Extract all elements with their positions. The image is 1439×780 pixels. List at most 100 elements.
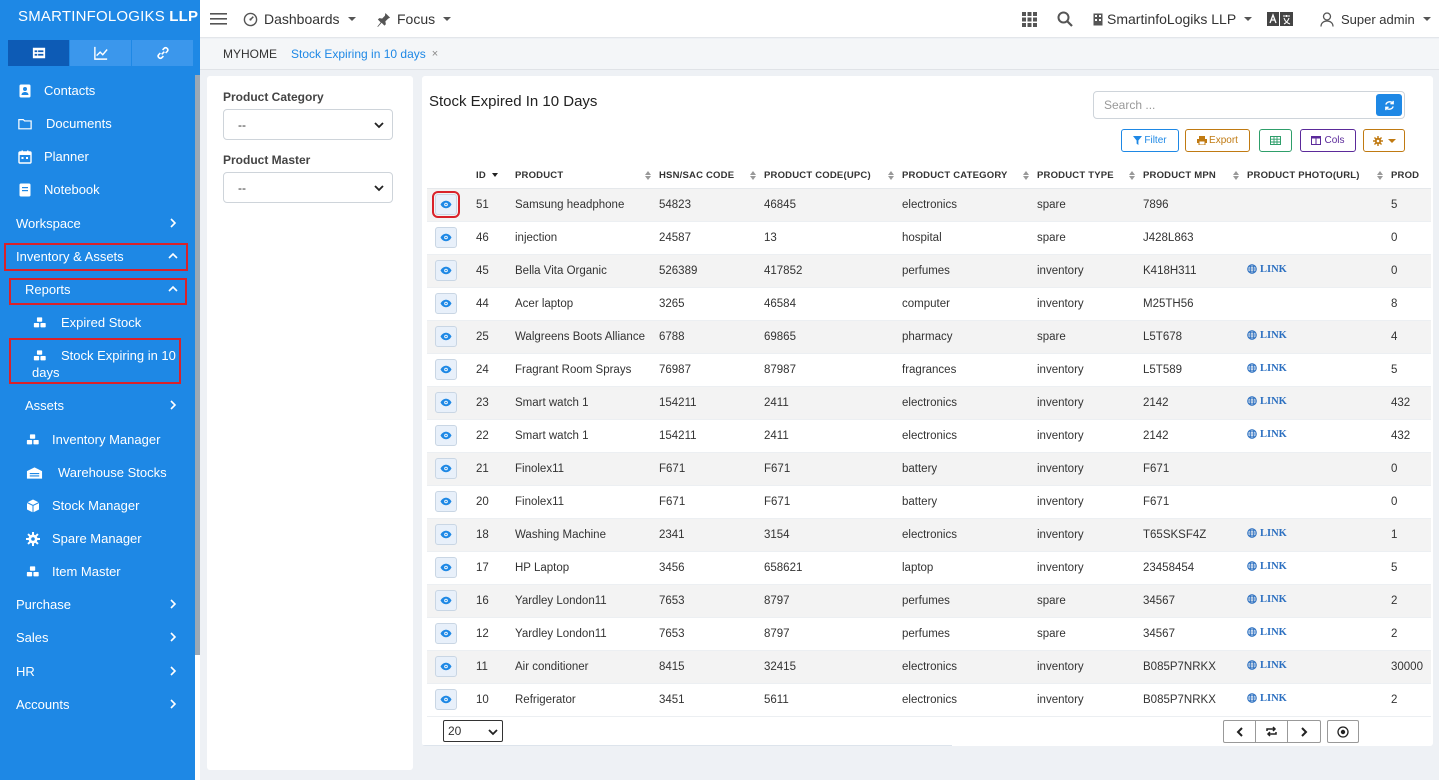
view-button[interactable]	[432, 191, 460, 218]
sidebar-item-accounts[interactable]: Accounts	[0, 688, 195, 721]
photo-link[interactable]: LINK	[1247, 561, 1287, 572]
photo-link[interactable]: LINK	[1247, 693, 1287, 704]
column-header-id[interactable]: ID	[476, 163, 515, 189]
table-row[interactable]: 22 Smart watch 1 154211 2411 electronics inve…	[427, 419, 1431, 453]
photo-link[interactable]: LINK	[1247, 396, 1287, 407]
sidebar-item-sales[interactable]: Sales	[0, 621, 195, 654]
column-header-category[interactable]: PRODUCT CATEGORY	[902, 163, 1037, 189]
column-header-type[interactable]: PRODUCT TYPE	[1037, 163, 1143, 189]
cell-id: 24	[476, 353, 515, 387]
column-header-mpn[interactable]: PRODUCT MPN	[1143, 163, 1247, 189]
table-row[interactable]: 25 Walgreens Boots Alliance 6788 69865 pharm…	[427, 320, 1431, 354]
table-row[interactable]: 20 Finolex11 F671 F671 battery inventory F671 0	[427, 485, 1431, 519]
photo-link[interactable]: LINK	[1247, 330, 1287, 341]
sidebar-item-contacts[interactable]: Contacts	[0, 74, 195, 107]
photo-link[interactable]: LINK	[1247, 264, 1287, 275]
column-header-prod[interactable]: PROD	[1391, 163, 1431, 189]
sidebar-tab-link[interactable]	[132, 40, 194, 66]
company-switcher[interactable]: SmartinfoLogiks LLP	[1093, 0, 1253, 38]
reload-page-button[interactable]	[1256, 721, 1288, 742]
sidebar-item-item-master[interactable]: Item Master	[0, 555, 195, 588]
sidebar-item-stock-manager[interactable]: Stock Manager	[0, 489, 195, 522]
sidebar-item-spare-manager[interactable]: Spare Manager	[0, 522, 195, 555]
sidebar-item-expired-stock[interactable]: Expired Stock	[0, 306, 195, 339]
page-size-select[interactable]: 20	[443, 720, 503, 742]
sidebar-item-inventory-manager[interactable]: Inventory Manager	[0, 423, 195, 456]
sidebar-tab-chart[interactable]	[70, 40, 132, 66]
grid-view-button[interactable]	[1259, 129, 1292, 152]
product-master-select[interactable]: --	[223, 172, 393, 203]
photo-link[interactable]: LINK	[1247, 528, 1287, 539]
user-menu[interactable]: Super admin	[1320, 0, 1431, 38]
sidebar-item-warehouse-stocks[interactable]: Warehouse Stocks	[0, 456, 195, 489]
next-page-button[interactable]	[1288, 721, 1320, 742]
column-header-photo[interactable]: PRODUCT PHOTO(URL)	[1247, 163, 1391, 189]
settings-dropdown-button[interactable]	[1363, 129, 1405, 152]
column-header-hsn[interactable]: HSN/SAC CODE	[659, 163, 764, 189]
photo-link[interactable]: LINK	[1247, 429, 1287, 440]
sidebar-item-notebook[interactable]: Notebook	[0, 173, 195, 206]
brand-logo[interactable]: SMARTINFOLOGIKS LLP	[0, 0, 200, 36]
table-row[interactable]: 45 Bella Vita Organic 526389 417852 perfumes…	[427, 254, 1431, 288]
view-button[interactable]	[435, 392, 457, 413]
sidebar-item-assets[interactable]: Assets	[0, 389, 195, 422]
view-button[interactable]	[435, 425, 457, 446]
focus-menu[interactable]: Focus	[376, 0, 452, 38]
view-button[interactable]	[435, 293, 457, 314]
view-button[interactable]	[435, 557, 457, 578]
breadcrumb-tab-active[interactable]: Stock Expiring in 10 days	[291, 47, 426, 61]
table-row[interactable]: 46 injection 24587 13 hospital spare J428L863 0	[427, 221, 1431, 255]
sidebar-item-purchase[interactable]: Purchase	[0, 588, 195, 621]
table-row[interactable]: 17 HP Laptop 3456 658621 laptop inventory 2345…	[427, 551, 1431, 585]
search-button[interactable]	[1057, 0, 1073, 38]
export-button[interactable]: Export	[1185, 129, 1250, 152]
dashboards-menu[interactable]: Dashboards	[243, 0, 356, 38]
view-button[interactable]	[435, 326, 457, 347]
photo-link[interactable]: LINK	[1247, 660, 1287, 671]
view-button[interactable]	[435, 524, 457, 545]
view-button[interactable]	[435, 359, 457, 380]
translate-button[interactable]	[1267, 0, 1293, 38]
search-input[interactable]	[1094, 92, 1374, 118]
table-row[interactable]: 24 Fragrant Room Sprays 76987 87987 fragranc…	[427, 353, 1431, 387]
breadcrumb-home[interactable]: MYHOME	[223, 47, 277, 61]
table-row[interactable]: 51 Samsung headphone 54823 46845 electronics…	[427, 188, 1431, 222]
table-row[interactable]: 12 Yardley London11 7653 8797 perfumes spare 3…	[427, 617, 1431, 651]
sidebar-scrollbar[interactable]	[195, 75, 200, 655]
view-button[interactable]	[435, 227, 457, 248]
table-row[interactable]: 10 Refrigerator 3451 5611 electronics invento…	[427, 683, 1431, 717]
photo-link[interactable]: LINK	[1247, 627, 1287, 638]
view-button[interactable]	[435, 623, 457, 644]
table-options-button[interactable]	[1327, 720, 1359, 743]
column-header-upc[interactable]: PRODUCT CODE(UPC)	[764, 163, 902, 189]
sidebar-item-hr[interactable]: HR	[0, 655, 195, 688]
table-row[interactable]: 44 Acer laptop 3265 46584 computer inventory M…	[427, 287, 1431, 321]
photo-link[interactable]: LINK	[1247, 363, 1287, 374]
sidebar-item-workspace[interactable]: Workspace	[0, 207, 195, 240]
view-button[interactable]	[435, 656, 457, 677]
view-button[interactable]	[435, 689, 457, 710]
view-button[interactable]	[435, 260, 457, 281]
refresh-button[interactable]	[1376, 94, 1402, 116]
menu-toggle-button[interactable]	[210, 0, 227, 38]
view-button[interactable]	[435, 590, 457, 611]
close-tab-icon[interactable]: ×	[432, 48, 438, 60]
table-row[interactable]: 16 Yardley London11 7653 8797 perfumes spare 3…	[427, 584, 1431, 618]
view-button[interactable]	[435, 491, 457, 512]
filter-button[interactable]: Filter	[1121, 129, 1179, 152]
table-row[interactable]: 11 Air conditioner 8415 32415 electronics inv…	[427, 650, 1431, 684]
product-category-select[interactable]: --	[223, 109, 393, 140]
sidebar-tab-table[interactable]	[8, 40, 70, 66]
apps-button[interactable]	[1022, 0, 1037, 38]
photo-link[interactable]: LINK	[1247, 594, 1287, 605]
prev-page-button[interactable]	[1224, 721, 1256, 742]
sidebar-item-planner[interactable]: Planner	[0, 140, 195, 173]
sidebar-item-documents[interactable]: Documents	[0, 107, 195, 140]
table-row[interactable]: 23 Smart watch 1 154211 2411 electronics inve…	[427, 386, 1431, 420]
horizontal-scrollbar[interactable]	[422, 745, 952, 746]
column-header-product[interactable]: PRODUCT	[515, 163, 659, 189]
view-button[interactable]	[435, 458, 457, 479]
table-row[interactable]: 18 Washing Machine 2341 3154 electronics inve…	[427, 518, 1431, 552]
table-row[interactable]: 21 Finolex11 F671 F671 battery inventory F671 0	[427, 452, 1431, 486]
columns-button[interactable]: Cols	[1300, 129, 1356, 152]
